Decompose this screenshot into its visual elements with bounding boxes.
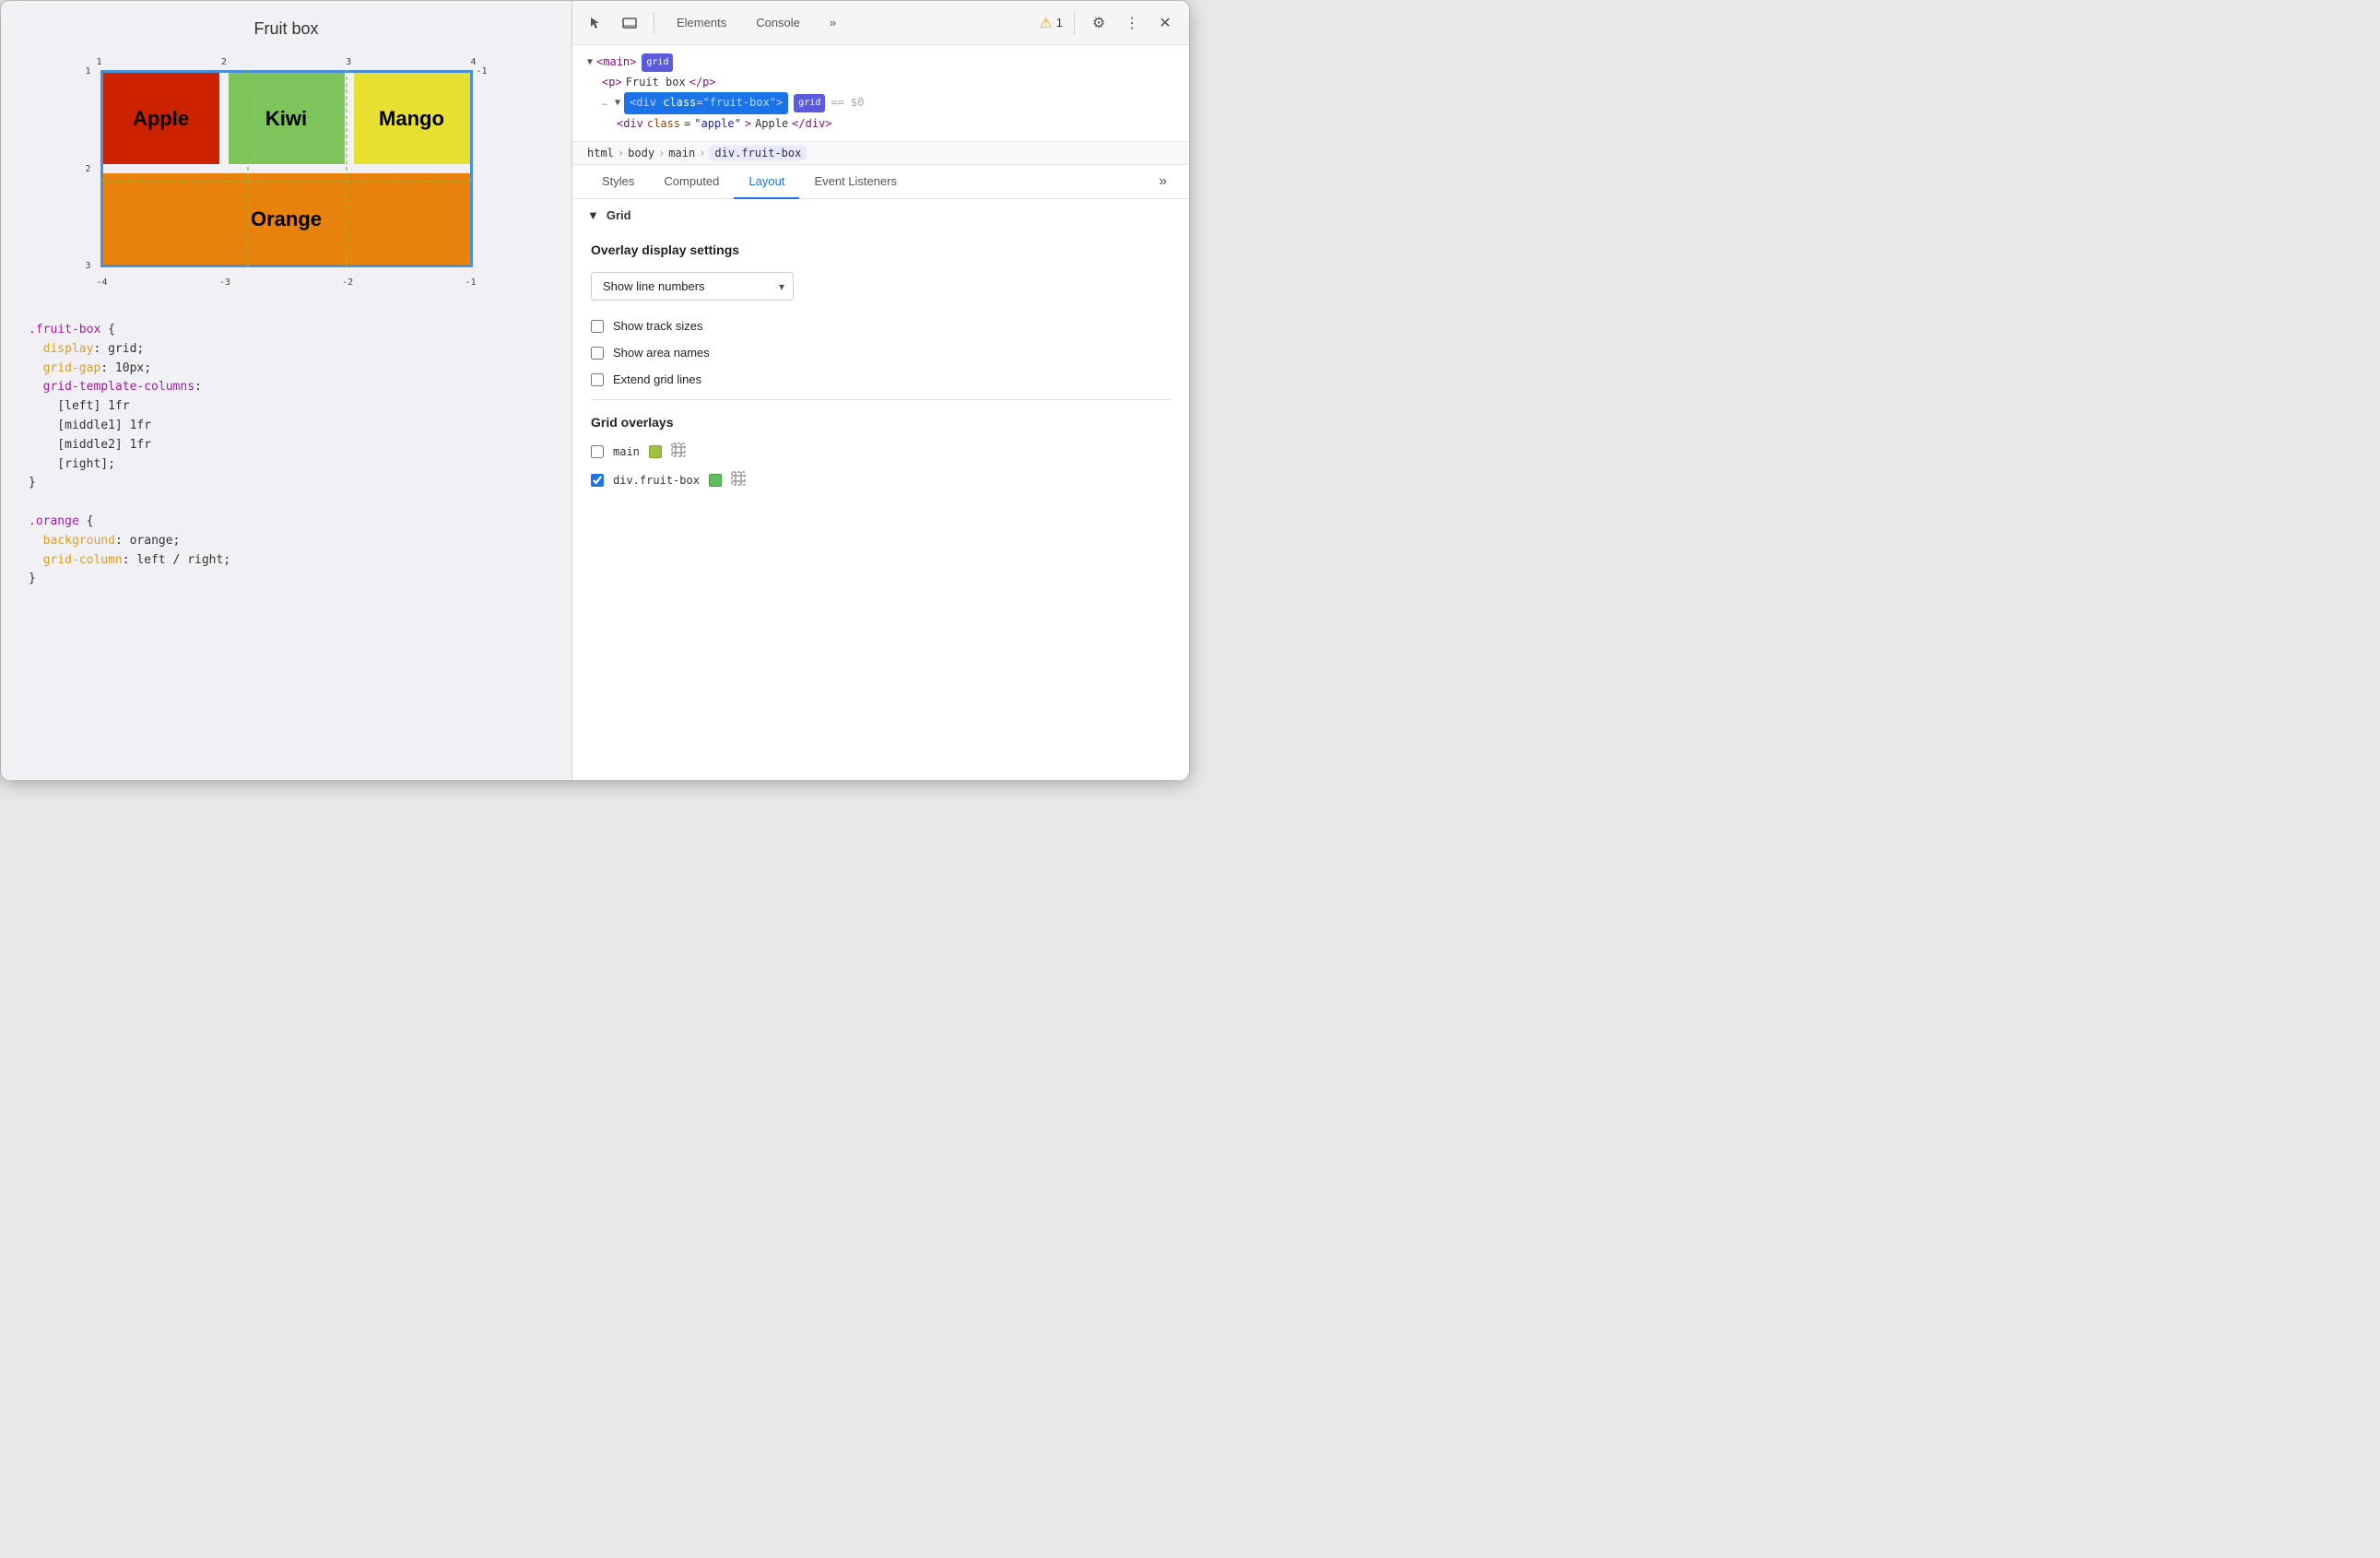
overlay-fruit-box-color (709, 474, 722, 487)
left-panel: Fruit box 1 2 3 4 1 2 3 -1 -4 (1, 1, 572, 780)
show-area-names-label: Show area names (613, 346, 710, 360)
show-track-sizes-checkbox[interactable] (591, 320, 604, 333)
overlay-main-name: main (613, 445, 640, 458)
selected-dom-element: <div class="fruit-box"> (624, 92, 788, 114)
css-code: .fruit-box { display: grid; grid-gap: 10… (29, 312, 544, 598)
breadcrumb-body[interactable]: body (628, 147, 654, 159)
tab-more[interactable]: » (819, 10, 847, 35)
dom-line-apple[interactable]: <div class="apple">Apple</div> (587, 114, 1174, 135)
grid-section-content: Overlay display settings Show line numbe… (572, 231, 1189, 511)
panel-tabs: Styles Computed Layout Event Listeners » (572, 165, 1189, 199)
overlay-row-fruit-box: div.fruit-box (591, 471, 1171, 489)
grid-cell-kiwi: Kiwi (229, 73, 345, 164)
warning-indicator[interactable]: ⚠ 1 (1039, 14, 1063, 32)
breadcrumb-div-fruit-box[interactable]: div.fruit-box (709, 146, 807, 160)
show-area-names-checkbox[interactable] (591, 347, 604, 360)
overlay-display-settings-title: Overlay display settings (591, 242, 1171, 257)
tab-styles[interactable]: Styles (587, 165, 649, 199)
breadcrumb: html › body › main › div.fruit-box (572, 142, 1189, 165)
settings-button[interactable]: ⚙ (1086, 10, 1112, 36)
grid-cell-orange: Orange (103, 173, 470, 265)
overlay-row-main: main (591, 443, 1171, 460)
grid-badge[interactable]: grid (642, 53, 673, 72)
topbar-divider2 (1074, 12, 1075, 34)
show-track-sizes-label: Show track sizes (613, 319, 703, 333)
warning-count: 1 (1056, 16, 1063, 30)
tab-layout[interactable]: Layout (734, 165, 799, 199)
tab-elements[interactable]: Elements (666, 10, 737, 35)
section-divider (591, 399, 1171, 400)
dom-line-selected[interactable]: … ▼ <div class="fruit-box"> grid == $0 (587, 92, 1174, 114)
grid-cell-apple: Apple (103, 73, 219, 164)
checkbox-show-area-names: Show area names (591, 346, 1171, 360)
grid-cell-mango: Mango (354, 73, 470, 164)
overlay-main-color (649, 445, 662, 458)
grid-numbers-top: 1 2 3 4 (97, 57, 477, 67)
device-toggle-button[interactable] (617, 10, 642, 36)
checkbox-show-track-sizes: Show track sizes (591, 319, 1171, 333)
devtools-topbar: Elements Console » ⚠ 1 ⚙ ⋮ ✕ (572, 1, 1189, 45)
overlay-fruit-box-grid-icon[interactable] (731, 471, 746, 489)
grid-numbers-left: 1 2 3 (86, 66, 91, 271)
overlay-main-checkbox[interactable] (591, 445, 604, 458)
close-button[interactable]: ✕ (1152, 10, 1178, 36)
overlay-fruit-box-name: div.fruit-box (613, 474, 700, 487)
extend-grid-lines-checkbox[interactable] (591, 373, 604, 386)
overlay-fruit-box-checkbox[interactable] (591, 474, 604, 487)
dom-line-p[interactable]: <p>Fruit box</p> (587, 73, 1174, 93)
cursor-tool-button[interactable] (583, 10, 609, 36)
dom-line-main[interactable]: ▼ <main> grid (587, 53, 1174, 73)
grid-section-header[interactable]: ▼ Grid (572, 199, 1189, 231)
devtools-panel: Elements Console » ⚠ 1 ⚙ ⋮ ✕ ▼ <main> gr… (572, 1, 1189, 780)
overlay-display-select[interactable]: Show line numbers Show track sizes Show … (591, 272, 794, 301)
page-title: Fruit box (253, 19, 318, 39)
grid-badge-selected[interactable]: grid (794, 94, 825, 112)
dom-tree: ▼ <main> grid <p>Fruit box</p> … ▼ <div … (572, 45, 1189, 142)
overlay-main-grid-icon[interactable] (671, 443, 686, 460)
tab-computed[interactable]: Computed (649, 165, 734, 199)
layout-panel-content: ▼ Grid Overlay display settings Show lin… (572, 199, 1189, 780)
tab-event-listeners[interactable]: Event Listeners (799, 165, 912, 199)
extend-grid-lines-label: Extend grid lines (613, 372, 701, 386)
checkbox-extend-grid-lines: Extend grid lines (591, 372, 1171, 386)
grid-numbers-bottom: -4 -3 -2 -1 (97, 277, 477, 288)
grid-preview: 1 2 3 4 1 2 3 -1 -4 -3 -2 -1 (84, 53, 489, 293)
panel-tabs-more[interactable]: » (1151, 166, 1174, 197)
grid-triangle-icon: ▼ (587, 208, 599, 222)
grid-overlays-title: Grid overlays (591, 415, 1171, 430)
show-line-numbers-dropdown-wrapper: Show line numbers Show track sizes Show … (591, 272, 794, 301)
dollar-sign: == $0 (831, 93, 864, 113)
menu-button[interactable]: ⋮ (1119, 10, 1145, 36)
breadcrumb-html[interactable]: html (587, 147, 614, 159)
grid-number-right: -1 (476, 66, 487, 77)
fruit-grid: Apple Kiwi Mango Orange (100, 70, 473, 267)
warning-icon: ⚠ (1039, 14, 1052, 32)
tab-console[interactable]: Console (745, 10, 811, 35)
grid-section-title: Grid (607, 208, 631, 222)
breadcrumb-main[interactable]: main (668, 147, 695, 159)
